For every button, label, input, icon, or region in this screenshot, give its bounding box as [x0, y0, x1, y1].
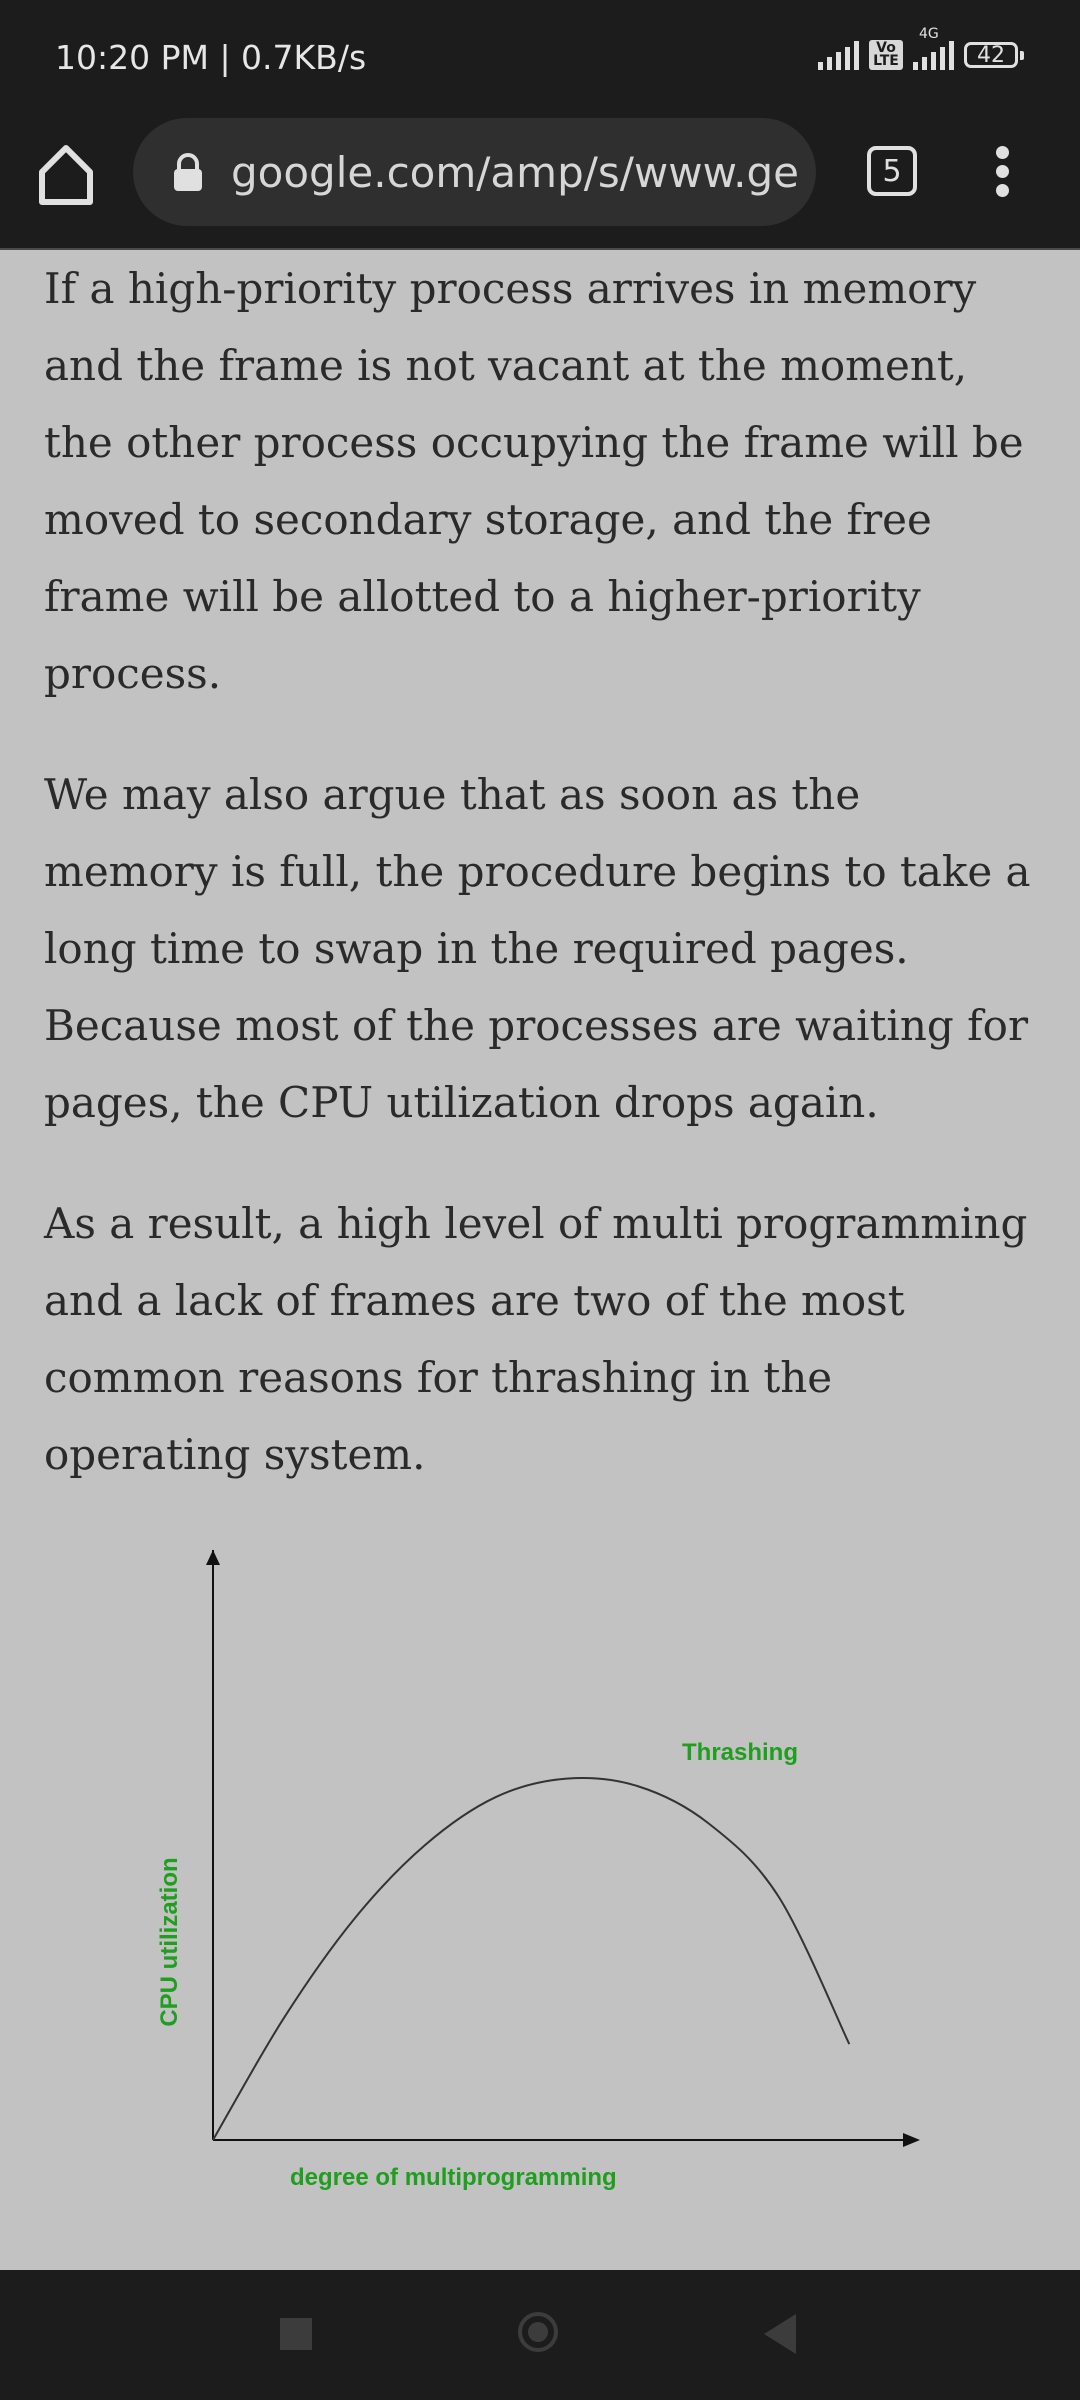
utilization-curve	[212, 1776, 851, 2141]
signal-icon	[818, 40, 859, 70]
article-paragraph: If a high-priority process arrives in me…	[44, 264, 1024, 698]
signal-bars-icon	[913, 40, 954, 70]
battery-level: 42	[977, 42, 1005, 68]
home-icon	[39, 145, 93, 205]
tabs-button[interactable]: 5	[867, 146, 917, 196]
thrashing-chart: CPU utilization degree of multiprogrammi…	[0, 1520, 1080, 2220]
status-icons: Vo LTE 4G 42	[818, 26, 1024, 70]
back-icon[interactable]	[764, 2314, 796, 2354]
y-axis-arrow	[206, 1550, 220, 1565]
status-bar: 10:20 PM | 0.7KB/s Vo LTE 4G 42	[0, 0, 1080, 118]
more-vert-icon[interactable]	[990, 146, 1014, 202]
article-paragraph: As a result, a high level of multi progr…	[44, 1199, 1028, 1479]
system-nav-bar	[0, 2270, 1080, 2400]
url-text: google.com/amp/s/www.geeksforgeeks.org	[231, 148, 801, 197]
x-axis-arrow	[903, 2133, 920, 2147]
volte-badge: Vo LTE	[869, 40, 903, 70]
network-signal-icon: 4G	[913, 26, 954, 70]
article-paragraph: We may also argue that as soon as the me…	[44, 770, 1031, 1127]
article-content: If a high-priority process arrives in me…	[44, 250, 1044, 1537]
address-bar[interactable]: google.com/amp/s/www.geeksforgeeks.org	[133, 118, 816, 226]
thrashing-label: Thrashing	[682, 1739, 798, 1766]
recents-icon[interactable]	[280, 2318, 312, 2350]
home-circle-icon[interactable]	[518, 2312, 558, 2352]
y-axis-label: CPU utilization	[156, 1857, 183, 2026]
home-button[interactable]	[36, 140, 96, 210]
battery-icon: 42	[964, 42, 1024, 68]
x-axis-label: degree of multiprogramming	[290, 2164, 617, 2191]
chart-svg: CPU utilization degree of multiprogrammi…	[156, 1550, 920, 2191]
lock-icon	[174, 153, 202, 191]
status-time: 10:20 PM | 0.7KB/s	[55, 38, 367, 77]
tab-count: 5	[882, 153, 902, 189]
browser-toolbar: google.com/amp/s/www.geeksforgeeks.org 5	[0, 118, 1080, 250]
network-type: 4G	[919, 26, 939, 42]
